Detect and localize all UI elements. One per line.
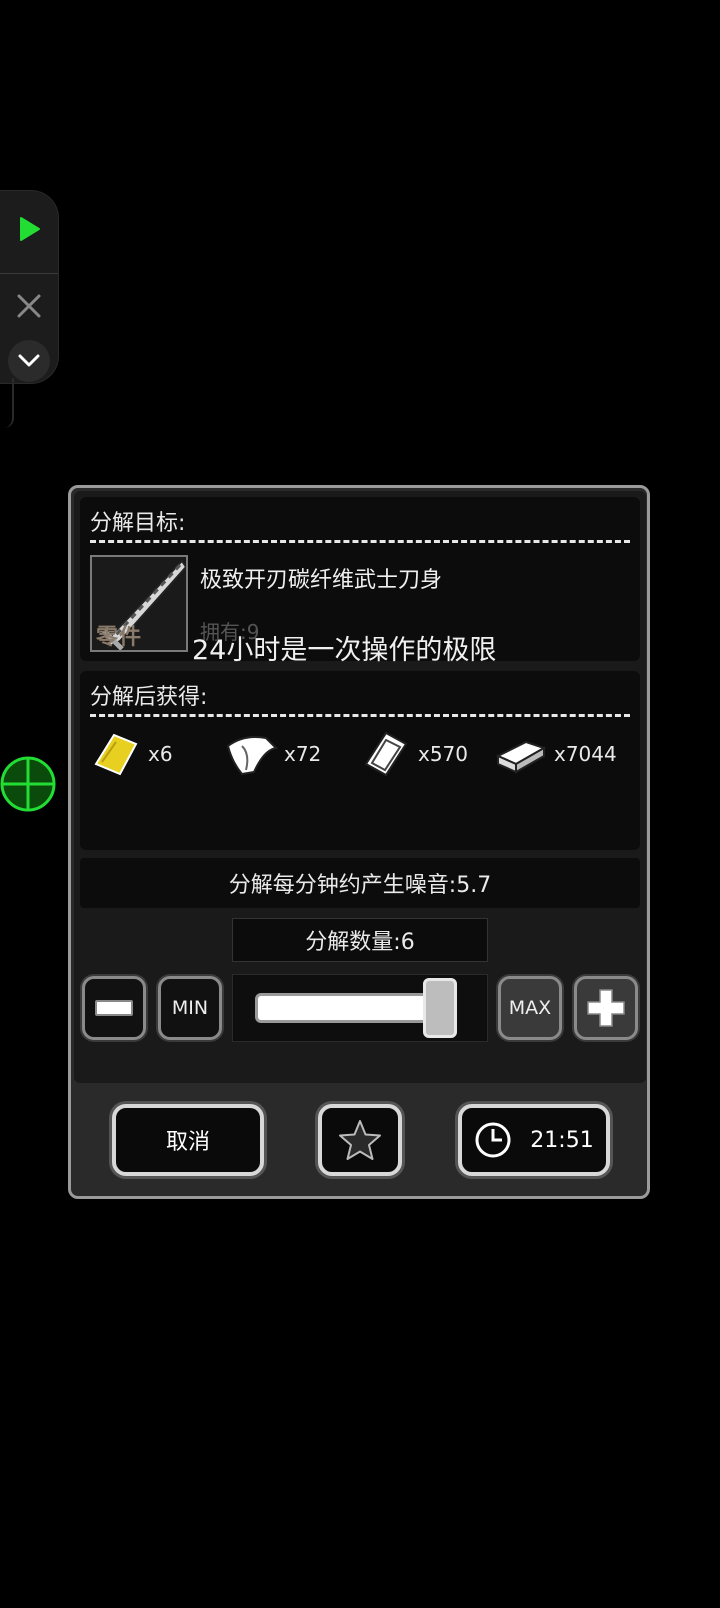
favorite-button[interactable] [318, 1104, 402, 1176]
gold-bar-icon [92, 732, 140, 776]
item-tag: 零件 [96, 625, 143, 650]
minus-icon [95, 1000, 133, 1016]
reward-count: x72 [284, 742, 322, 766]
chevron-down-icon[interactable] [8, 340, 50, 382]
toolbar-divider [0, 273, 58, 274]
reward-count: x7044 [554, 742, 617, 766]
toast-message: 24小时是一次操作的极限 [192, 635, 497, 666]
crosshair-icon[interactable] [0, 756, 56, 812]
toolbar-tail [0, 378, 14, 428]
item-name: 极致开刃碳纤维武士刀身 [200, 568, 443, 593]
dashed-divider [90, 540, 630, 543]
min-button[interactable]: MIN [158, 976, 222, 1040]
cancel-button[interactable]: 取消 [112, 1104, 264, 1176]
clock-icon [475, 1122, 511, 1158]
star-icon [339, 1120, 381, 1160]
target-section-title: 分解目标: [90, 511, 186, 536]
max-button[interactable]: MAX [498, 976, 562, 1040]
item-slot[interactable]: 零件 [90, 555, 188, 652]
metal-plate-icon [362, 730, 410, 778]
close-icon[interactable] [16, 293, 42, 319]
rewards-section-title: 分解后获得: [90, 685, 208, 710]
iron-ingot-icon [495, 734, 547, 774]
quantity-slider[interactable] [232, 974, 488, 1042]
reward-count: x570 [418, 742, 469, 766]
silver-sheet-icon [224, 732, 280, 776]
floating-toolbar [0, 190, 59, 384]
timer-button[interactable]: 21:51 [458, 1104, 610, 1176]
slider-thumb[interactable] [423, 978, 457, 1038]
play-icon[interactable] [16, 216, 42, 242]
reward-count: x6 [148, 742, 173, 766]
noise-info: 分解每分钟约产生噪音:5.7 [80, 858, 640, 908]
timer-label: 21:51 [530, 1127, 594, 1153]
increase-button[interactable] [574, 976, 638, 1040]
decompose-quantity: 分解数量:6 [232, 918, 488, 962]
dashed-divider [90, 714, 630, 717]
plus-icon [587, 989, 625, 1027]
decrease-button[interactable] [82, 976, 146, 1040]
